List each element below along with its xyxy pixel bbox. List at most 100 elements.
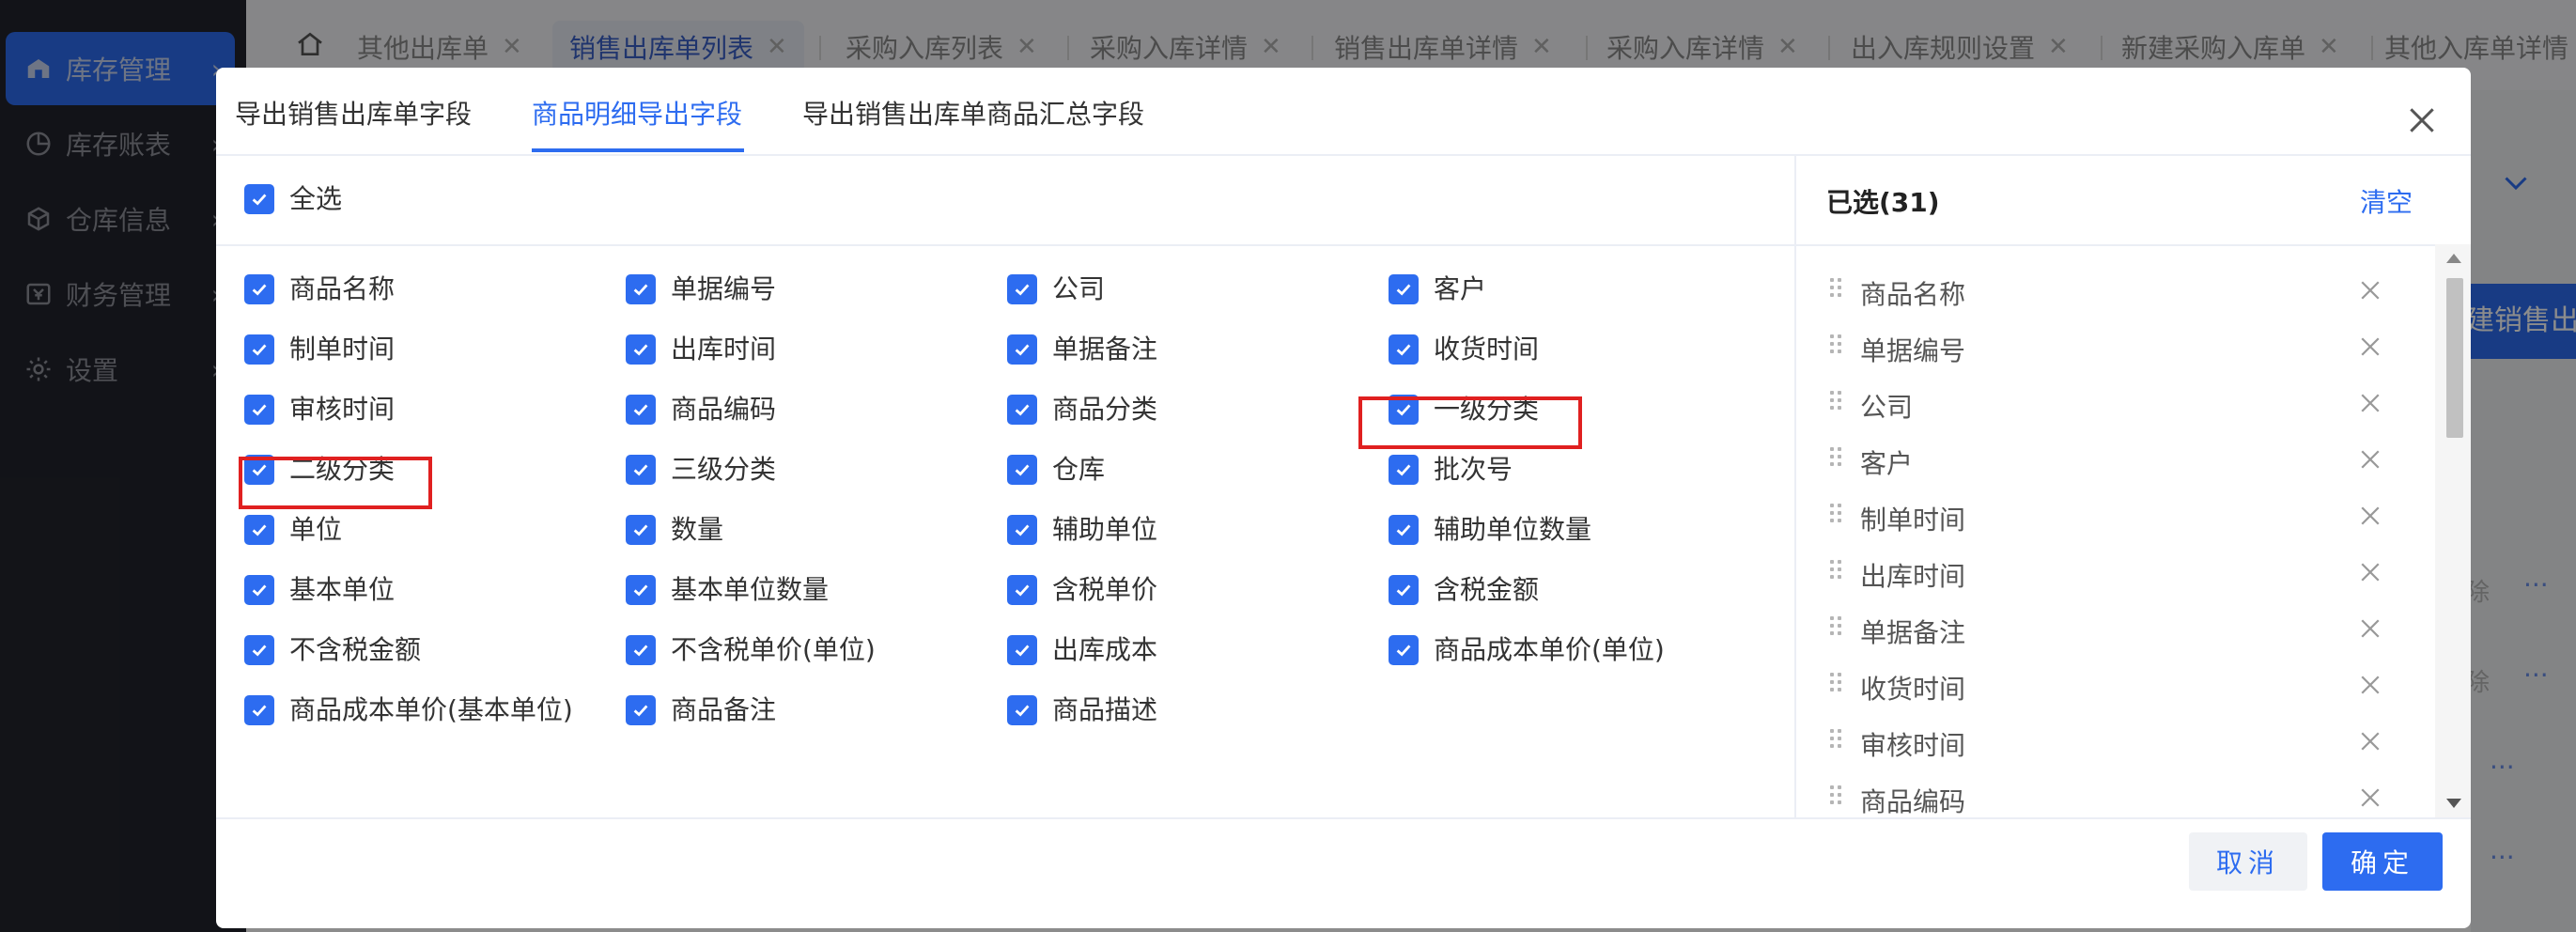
drag-handle-icon[interactable]: [1830, 391, 1843, 415]
dialog-tabs: 导出销售出库单字段 商品明细导出字段 导出销售出库单商品汇总字段: [216, 68, 2471, 156]
selected-item[interactable]: 制单时间: [1796, 489, 2435, 545]
checkmark-icon: [633, 645, 648, 657]
field-label: 出库时间: [671, 334, 777, 365]
tab-item-detail-fields[interactable]: 商品明细导出字段: [532, 94, 742, 132]
field-checkbox[interactable]: [626, 274, 656, 304]
field-checkbox[interactable]: [244, 695, 274, 725]
field-checkbox[interactable]: [244, 334, 274, 365]
remove-icon[interactable]: [2356, 445, 2384, 474]
selected-item-label: 审核时间: [1860, 730, 1966, 761]
checkmark-icon: [633, 404, 648, 416]
remove-icon[interactable]: [2356, 276, 2384, 304]
selected-item[interactable]: 单据编号: [1796, 319, 2435, 376]
field-checkbox[interactable]: [244, 395, 274, 425]
field-checkbox[interactable]: [244, 274, 274, 304]
scroll-down-arrow[interactable]: [2446, 799, 2461, 808]
remove-icon[interactable]: [2356, 502, 2384, 530]
drag-handle-icon[interactable]: [1830, 278, 1843, 303]
remove-icon[interactable]: [2356, 333, 2384, 361]
drag-handle-icon[interactable]: [1830, 616, 1843, 641]
select-all-checkbox[interactable]: [244, 184, 274, 214]
scrollbar-thumb[interactable]: [2446, 278, 2463, 438]
field-label: 公司: [1052, 273, 1106, 304]
drag-handle-icon[interactable]: [1830, 560, 1843, 584]
selected-item[interactable]: 公司: [1796, 376, 2435, 432]
field-checkbox[interactable]: [244, 635, 274, 665]
field-checkbox[interactable]: [626, 455, 656, 485]
remove-icon[interactable]: [2356, 558, 2384, 586]
checkmark-icon: [252, 584, 267, 597]
checkmark-icon: [1396, 344, 1411, 356]
field-checkbox[interactable]: [1389, 274, 1419, 304]
export-fields-dialog: 导出销售出库单字段 商品明细导出字段 导出销售出库单商品汇总字段 全选 商品名称…: [216, 68, 2471, 928]
field-label: 制单时间: [289, 334, 396, 365]
selected-item[interactable]: 单据备注: [1796, 601, 2435, 658]
remove-icon[interactable]: [2356, 784, 2384, 812]
field-label: 含税单价: [1052, 574, 1158, 605]
field-checkbox[interactable]: [1007, 695, 1037, 725]
field-checkbox[interactable]: [1007, 395, 1037, 425]
checkmark-icon: [633, 284, 648, 296]
selected-item-label: 公司: [1860, 392, 1914, 423]
field-checkbox[interactable]: [1389, 515, 1419, 545]
field-checkbox[interactable]: [626, 695, 656, 725]
clear-button[interactable]: 清空: [2360, 182, 2413, 220]
selected-item-label: 制单时间: [1860, 505, 1966, 536]
field-label: 单据编号: [671, 273, 777, 304]
selected-item-label: 收货时间: [1860, 674, 1966, 705]
tab-export-outbound-fields[interactable]: 导出销售出库单字段: [235, 94, 472, 132]
scroll-up-arrow[interactable]: [2446, 254, 2461, 263]
field-label: 收货时间: [1434, 334, 1540, 365]
remove-icon[interactable]: [2356, 727, 2384, 755]
field-checkbox[interactable]: [1389, 334, 1419, 365]
drag-handle-icon[interactable]: [1830, 504, 1843, 528]
checkmark-icon: [633, 464, 648, 476]
cancel-button[interactable]: 取消: [2189, 832, 2307, 891]
drag-handle-icon[interactable]: [1830, 729, 1843, 753]
scrollbar[interactable]: [2435, 244, 2471, 817]
checkmark-icon: [633, 524, 648, 536]
field-checkbox[interactable]: [244, 515, 274, 545]
field-checkbox[interactable]: [1007, 575, 1037, 605]
field-label: 商品备注: [671, 694, 777, 725]
selected-item[interactable]: 审核时间: [1796, 714, 2435, 770]
selected-item[interactable]: 客户: [1796, 432, 2435, 489]
confirm-button[interactable]: 确定: [2322, 832, 2443, 891]
remove-icon[interactable]: [2356, 614, 2384, 643]
selected-item[interactable]: 出库时间: [1796, 545, 2435, 601]
field-checkbox[interactable]: [1007, 515, 1037, 545]
drag-handle-icon[interactable]: [1830, 447, 1843, 472]
checkmark-icon: [1015, 705, 1030, 717]
selected-item-label: 单据备注: [1860, 617, 1966, 648]
field-checkbox[interactable]: [244, 575, 274, 605]
field-checkbox[interactable]: [1007, 455, 1037, 485]
tab-item-summary-fields[interactable]: 导出销售出库单商品汇总字段: [802, 94, 1144, 132]
field-checkbox[interactable]: [626, 635, 656, 665]
checkmark-icon: [1396, 524, 1411, 536]
field-checkbox[interactable]: [1389, 455, 1419, 485]
field-checkbox[interactable]: [626, 575, 656, 605]
field-checkbox[interactable]: [1007, 274, 1037, 304]
drag-handle-icon[interactable]: [1830, 334, 1843, 359]
field-checkbox[interactable]: [626, 395, 656, 425]
field-label: 商品名称: [289, 273, 396, 304]
field-checkbox[interactable]: [626, 334, 656, 365]
field-checkbox[interactable]: [626, 515, 656, 545]
remove-icon[interactable]: [2356, 389, 2384, 417]
checkmark-icon: [1015, 344, 1030, 356]
selected-item-label: 单据编号: [1860, 335, 1966, 366]
remove-icon[interactable]: [2356, 671, 2384, 699]
selected-item[interactable]: 商品名称: [1796, 263, 2435, 319]
drag-handle-icon[interactable]: [1830, 785, 1843, 810]
checkmark-icon: [1015, 284, 1030, 296]
drag-handle-icon[interactable]: [1830, 673, 1843, 697]
field-label: 含税金额: [1434, 574, 1540, 605]
close-icon[interactable]: [2403, 101, 2441, 139]
field-checkbox[interactable]: [1007, 635, 1037, 665]
field-label: 批次号: [1434, 454, 1513, 485]
field-label: 不含税金额: [289, 634, 422, 665]
field-checkbox[interactable]: [1007, 334, 1037, 365]
field-checkbox[interactable]: [1389, 635, 1419, 665]
field-checkbox[interactable]: [1389, 575, 1419, 605]
selected-item[interactable]: 收货时间: [1796, 658, 2435, 714]
